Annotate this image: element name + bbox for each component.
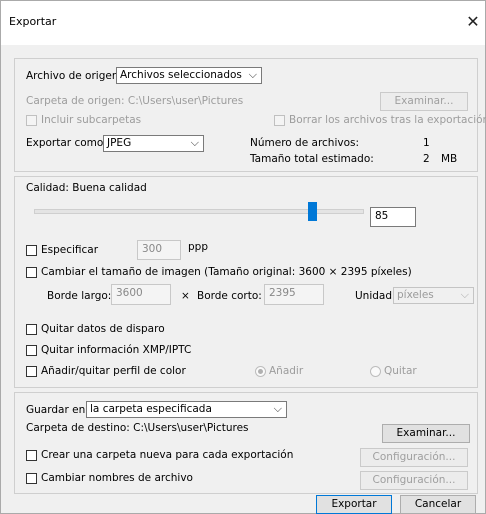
dpi-unit: ppp: [188, 241, 208, 253]
specify-label: Especificar: [41, 244, 99, 256]
chevron-down-icon: ⌵: [273, 402, 282, 415]
add-profile-label: Añadir: [269, 365, 304, 377]
quality-label: Calidad: Buena calidad: [26, 182, 147, 194]
short-edge-input[interactable]: 2395: [264, 284, 324, 305]
long-edge-input[interactable]: 3600: [111, 284, 171, 305]
remove-profile-radio[interactable]: [370, 366, 381, 377]
file-count-value: 1: [423, 137, 430, 149]
include-subfolders-checkbox[interactable]: [26, 115, 37, 126]
cancel-button[interactable]: Cancelar: [400, 495, 476, 514]
chevron-down-icon: ⌵: [248, 68, 257, 81]
quality-slider-thumb[interactable]: [308, 202, 317, 221]
resize-label: Cambiar el tamaño de imagen (Tamaño orig…: [41, 266, 412, 278]
export-button[interactable]: Exportar: [316, 495, 392, 514]
total-size-label: Tamaño total estimado:: [250, 153, 374, 165]
quality-value-input[interactable]: 85: [370, 207, 416, 227]
dialog-title: Exportar: [9, 15, 57, 28]
remove-shooting-data-label: Quitar datos de disparo: [41, 323, 165, 335]
remove-xmp-checkbox[interactable]: [26, 345, 37, 356]
include-subfolders-label: Incluir subcarpetas: [41, 114, 142, 126]
title-bar: Exportar ✕: [1, 1, 485, 45]
times-sign: ×: [181, 290, 190, 302]
total-size-unit: MB: [441, 153, 458, 165]
export-dialog: Exportar ✕ Archivo de origen: Archivos s…: [0, 0, 486, 514]
unit-label: Unidad:: [355, 290, 396, 302]
dest-folder-label: Carpeta de destino: C:\Users\user\Pictur…: [26, 422, 249, 434]
config-button-2[interactable]: Configuración...: [360, 471, 468, 490]
unit-select[interactable]: píxeles ⌵: [393, 287, 474, 304]
resize-checkbox[interactable]: [26, 267, 37, 278]
rename-label: Cambiar nombres de archivo: [41, 472, 193, 484]
color-profile-checkbox[interactable]: [26, 366, 37, 377]
source-label: Archivo de origen:: [26, 70, 123, 82]
chevron-down-icon: ⌵: [190, 136, 199, 149]
source-folder: Carpeta de origen: C:\Users\user\Picture…: [26, 95, 244, 107]
remove-shooting-data-checkbox[interactable]: [26, 324, 37, 335]
specify-checkbox[interactable]: [26, 245, 37, 256]
long-edge-label: Borde largo:: [47, 290, 112, 302]
remove-xmp-label: Quitar información XMP/IPTC: [41, 344, 192, 356]
color-profile-label: Añadir/quitar perfil de color: [41, 365, 186, 377]
delete-after-label: Borrar los archivos tras la exportación: [289, 114, 486, 126]
total-size-value: 2: [423, 153, 430, 165]
new-folder-checkbox[interactable]: [26, 450, 37, 461]
remove-profile-label: Quitar: [384, 365, 417, 377]
file-count-label: Número de archivos:: [250, 137, 360, 149]
new-folder-label: Crear una carpeta nueva para cada export…: [41, 449, 294, 461]
unit-select-value: píxeles: [397, 289, 434, 301]
save-in-value: la carpeta especificada: [90, 403, 212, 415]
close-icon[interactable]: ✕: [463, 9, 483, 35]
short-edge-label: Borde corto:: [197, 290, 262, 302]
delete-after-checkbox[interactable]: [274, 115, 285, 126]
rename-checkbox[interactable]: [26, 473, 37, 484]
chevron-down-icon: ⌵: [460, 288, 469, 301]
save-in-select[interactable]: la carpeta especificada ⌵: [86, 401, 287, 418]
source-select[interactable]: Archivos seleccionados ⌵: [116, 67, 262, 84]
export-as-label: Exportar como:: [26, 137, 107, 149]
dpi-input[interactable]: 300: [137, 240, 181, 260]
config-button-1[interactable]: Configuración...: [360, 448, 468, 467]
dest-browse-button[interactable]: Examinar...: [382, 424, 470, 443]
source-browse-button[interactable]: Examinar...: [380, 92, 468, 111]
export-format-select[interactable]: JPEG ⌵: [103, 135, 204, 152]
add-profile-radio[interactable]: [255, 366, 266, 377]
source-select-value: Archivos seleccionados: [120, 69, 242, 81]
export-format-value: JPEG: [107, 137, 132, 149]
save-in-label: Guardar en:: [26, 404, 89, 416]
